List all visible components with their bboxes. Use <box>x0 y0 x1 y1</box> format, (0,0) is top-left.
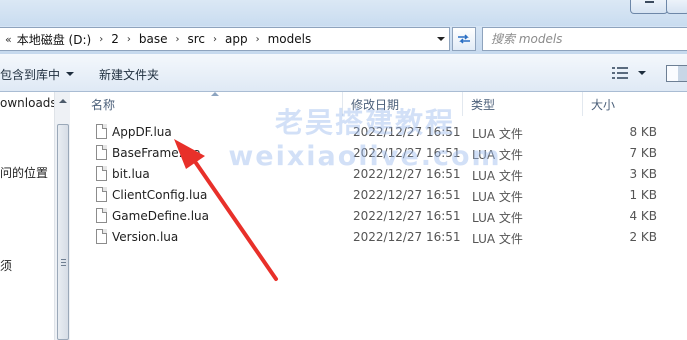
address-history-button[interactable] <box>433 28 449 50</box>
file-row[interactable]: Version.lua 2022/12/27 16:51 LUA 文件 2 KB <box>71 227 687 248</box>
file-icon <box>96 166 107 181</box>
file-size: 8 KB <box>629 125 657 139</box>
breadcrumb-label: 本地磁盘 (D:) <box>16 32 92 47</box>
refresh-button[interactable] <box>452 27 476 51</box>
file-name: BaseFrame.lua <box>112 146 201 160</box>
title-bar <box>0 0 687 26</box>
column-header-type[interactable]: 类型 <box>463 92 583 116</box>
breadcrumb-label: app <box>224 32 248 46</box>
chevron-down-icon <box>66 72 75 76</box>
breadcrumb-item[interactable]: src › <box>185 28 223 50</box>
file-type: LUA 文件 <box>472 169 523 183</box>
file-date: 2022/12/27 16:51 <box>353 209 461 223</box>
column-header-label: 名称 <box>91 97 116 112</box>
chevron-down-icon <box>437 37 445 41</box>
column-header-size[interactable]: 大小 <box>583 92 687 116</box>
new-folder-label: 新建文件夹 <box>99 67 160 82</box>
address-bar-row: « 本地磁盘 (D:) › 2 › base › src › app › mod… <box>0 26 687 54</box>
file-size: 4 KB <box>629 209 657 223</box>
column-header-name[interactable]: 名称 <box>83 92 343 116</box>
breadcrumb-separator-icon[interactable]: › <box>169 34 185 45</box>
preview-pane-button[interactable] <box>666 65 687 82</box>
file-date: 2022/12/27 16:51 <box>353 146 461 160</box>
navigation-scrollbar[interactable] <box>54 92 70 340</box>
breadcrumb-item-current[interactable]: models <box>266 28 314 50</box>
breadcrumb-label: 2 <box>111 32 119 46</box>
breadcrumb-item[interactable]: 2 › <box>109 28 137 50</box>
breadcrumb-label: base <box>138 32 168 46</box>
breadcrumb-separator-icon[interactable]: › <box>93 34 109 45</box>
file-type: LUA 文件 <box>472 148 523 162</box>
file-row[interactable]: AppDF.lua 2022/12/27 16:51 LUA 文件 8 KB <box>71 122 687 143</box>
scrollbar-thumb[interactable] <box>57 124 69 340</box>
nav-item-recent-places[interactable]: 问的位置 <box>0 164 48 181</box>
file-row[interactable]: bit.lua 2022/12/27 16:51 LUA 文件 3 KB <box>71 164 687 185</box>
command-bar: 包含到库中 新建文件夹 <box>0 54 687 92</box>
file-list: 名称 修改日期 类型 大小 AppDF.lua 2022/12/27 16:51… <box>71 92 687 340</box>
file-size: 2 KB <box>629 230 657 244</box>
file-date: 2022/12/27 16:51 <box>353 230 461 244</box>
file-icon <box>96 124 107 139</box>
file-row[interactable]: GameDefine.lua 2022/12/27 16:51 LUA 文件 4… <box>71 206 687 227</box>
file-type: LUA 文件 <box>472 190 523 204</box>
breadcrumb-item[interactable]: 本地磁盘 (D:) › <box>15 28 109 50</box>
file-date: 2022/12/27 16:51 <box>353 167 461 181</box>
preview-pane-icon <box>678 66 687 81</box>
minimize-button[interactable] <box>630 0 668 14</box>
breadcrumb-separator-icon[interactable]: › <box>121 34 137 45</box>
file-name: GameDefine.lua <box>112 209 210 223</box>
new-folder-button[interactable]: 新建文件夹 <box>99 64 159 84</box>
breadcrumb-overflow-button[interactable]: « <box>5 33 12 46</box>
breadcrumb-separator-icon[interactable]: › <box>207 34 223 45</box>
file-date: 2022/12/27 16:51 <box>353 125 461 139</box>
file-size: 1 KB <box>629 188 657 202</box>
file-row[interactable]: BaseFrame.lua 2022/12/27 16:51 LUA 文件 7 … <box>71 143 687 164</box>
file-icon <box>96 208 107 223</box>
file-name: bit.lua <box>112 167 150 181</box>
column-header-label: 类型 <box>471 97 496 112</box>
breadcrumb-item[interactable]: base › <box>137 28 186 50</box>
scroll-up-icon[interactable] <box>59 99 67 103</box>
include-in-library-label: 包含到库中 <box>0 67 61 82</box>
file-row[interactable]: ClientConfig.lua 2022/12/27 16:51 LUA 文件… <box>71 185 687 206</box>
nav-item-downloads[interactable]: ownloads <box>0 96 57 110</box>
nav-item-videos[interactable]: 须 <box>0 257 12 274</box>
breadcrumb-separator-icon[interactable]: › <box>250 34 266 45</box>
view-options-chevron-icon[interactable] <box>638 71 646 75</box>
search-input[interactable] <box>491 29 687 49</box>
file-icon <box>96 229 107 244</box>
file-name: AppDF.lua <box>112 125 172 139</box>
file-date: 2022/12/27 16:51 <box>353 188 461 202</box>
file-rows: AppDF.lua 2022/12/27 16:51 LUA 文件 8 KB B… <box>71 122 687 248</box>
include-in-library-button[interactable]: 包含到库中 <box>0 64 75 84</box>
file-name: Version.lua <box>112 230 179 244</box>
column-header-label: 修改日期 <box>351 97 400 112</box>
minimize-icon <box>645 1 654 3</box>
refresh-icon <box>458 34 470 44</box>
file-size: 3 KB <box>629 167 657 181</box>
close-button[interactable] <box>666 0 687 14</box>
file-type: LUA 文件 <box>472 127 523 141</box>
file-icon <box>96 187 107 202</box>
search-box[interactable] <box>482 27 687 51</box>
file-type: LUA 文件 <box>472 232 523 246</box>
file-type: LUA 文件 <box>472 211 523 225</box>
address-bar[interactable]: « 本地磁盘 (D:) › 2 › base › src › app › mod… <box>0 27 450 51</box>
file-name: ClientConfig.lua <box>112 188 208 202</box>
change-view-button[interactable] <box>612 66 628 80</box>
breadcrumb-label: src <box>187 32 205 46</box>
breadcrumb-item[interactable]: app › <box>223 28 266 50</box>
column-header-date[interactable]: 修改日期 <box>343 92 463 116</box>
column-header-label: 大小 <box>591 97 616 112</box>
file-icon <box>96 145 107 160</box>
breadcrumb-label: models <box>267 32 312 46</box>
file-size: 7 KB <box>629 146 657 160</box>
